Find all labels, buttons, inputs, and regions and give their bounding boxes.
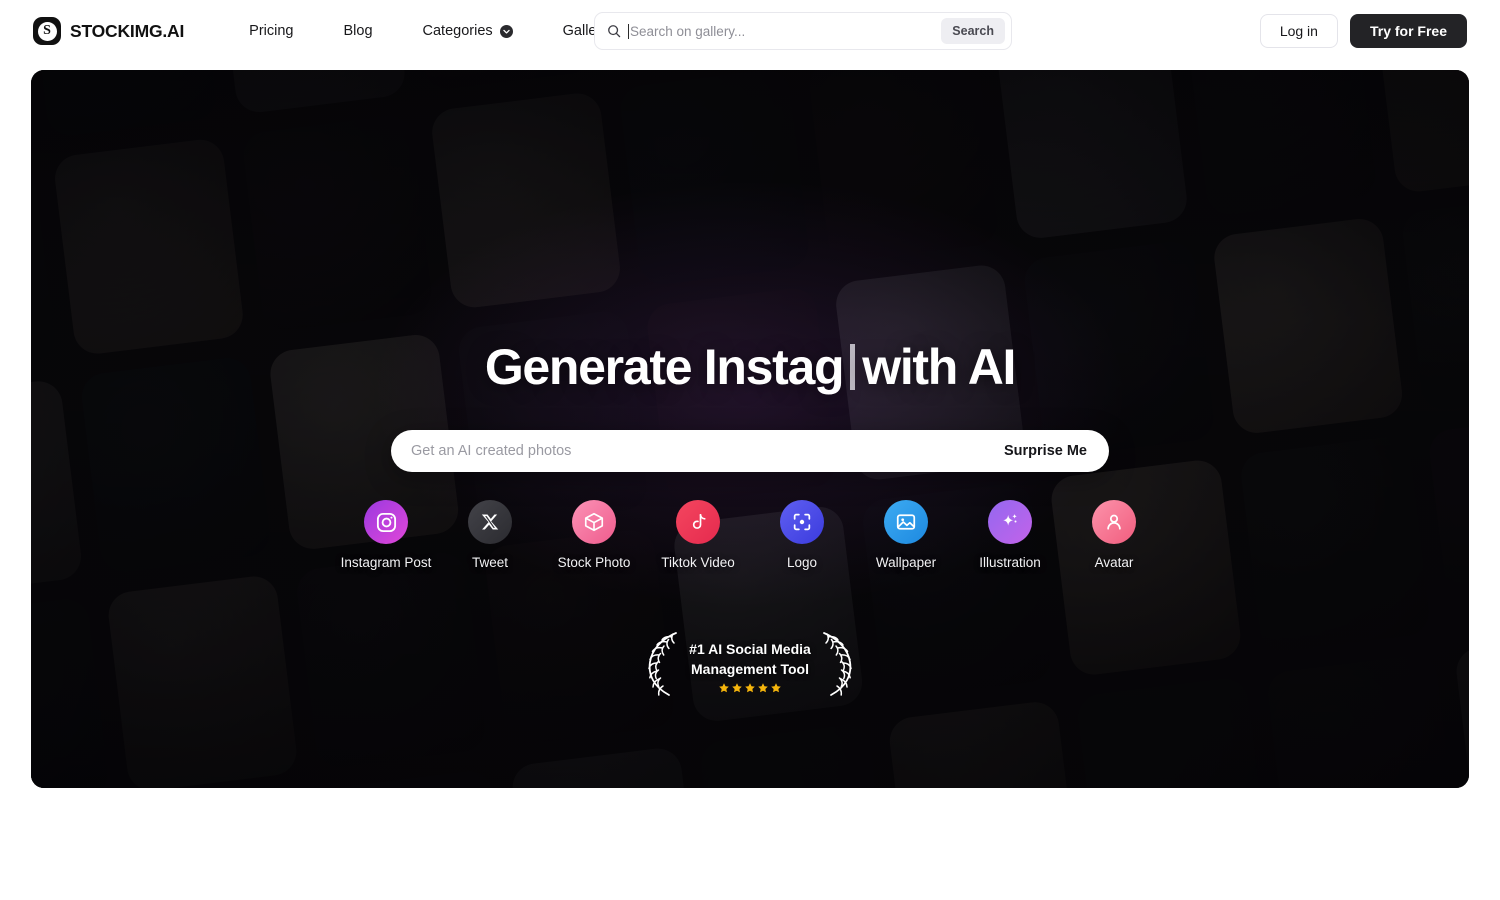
main-nav: Pricing Blog Categories Gallery	[224, 23, 633, 39]
header-actions: Log in Try for Free	[1259, 14, 1467, 48]
laurel-left-icon	[643, 628, 683, 705]
nav-item-categories[interactable]: Categories	[398, 23, 538, 39]
category-label: Tweet	[471, 555, 509, 570]
chevron-down-circle-icon	[499, 24, 513, 38]
brand-name: STOCKIMG.AI	[70, 20, 185, 41]
star-icon	[719, 683, 729, 693]
sparkle-icon	[988, 500, 1032, 544]
tiktok-note-icon	[676, 500, 720, 544]
award-line-1: #1 AI Social Media	[689, 641, 811, 657]
star-icon	[771, 683, 781, 693]
nav-item-pricing[interactable]: Pricing	[224, 23, 318, 39]
laurel-right-icon	[817, 628, 857, 705]
nav-item-blog[interactable]: Blog	[318, 23, 397, 39]
brand-logo[interactable]: S STOCKIMG.AI	[33, 17, 184, 45]
category-label: Wallpaper	[875, 555, 937, 570]
x-twitter-icon	[468, 500, 512, 544]
page-title: Generate Instag with AI	[484, 339, 1017, 395]
category-label: Stock Photo	[557, 555, 631, 570]
stockimg-logo-icon: S	[33, 17, 61, 45]
hero-section: Generate Instag with AI Get an AI create…	[31, 70, 1469, 788]
award-text: #1 AI Social Media Management Tool	[687, 639, 813, 694]
category-tiktok-video[interactable]: Tiktok Video	[646, 500, 750, 570]
search-input[interactable]: Search on gallery...	[630, 24, 941, 39]
category-stock-photo[interactable]: Stock Photo	[542, 500, 646, 570]
prompt-bar[interactable]: Get an AI created photos Surprise Me	[391, 430, 1109, 472]
category-label: Instagram Post	[340, 555, 432, 570]
award-badge: #1 AI Social Media Management Tool	[643, 628, 857, 705]
text-caret	[628, 23, 629, 39]
nav-label-blog: Blog	[343, 23, 373, 39]
search-button[interactable]: Search	[941, 18, 1005, 44]
category-avatar[interactable]: Avatar	[1062, 500, 1166, 570]
typewriter-cursor	[850, 344, 856, 390]
star-icon	[758, 683, 768, 693]
category-logo[interactable]: Logo	[750, 500, 854, 570]
category-label: Logo	[786, 555, 818, 570]
nav-label-categories: Categories	[422, 23, 493, 39]
category-illustration[interactable]: Illustration	[958, 500, 1062, 570]
category-label: Illustration	[979, 555, 1041, 570]
image-icon	[884, 500, 928, 544]
category-instagram-post[interactable]: Instagram Post	[334, 500, 438, 570]
person-icon	[1092, 500, 1136, 544]
category-wallpaper[interactable]: Wallpaper	[854, 500, 958, 570]
try-for-free-button[interactable]: Try for Free	[1349, 14, 1467, 48]
category-label: Avatar	[1094, 555, 1134, 570]
prompt-input[interactable]: Get an AI created photos	[411, 443, 1004, 459]
category-tweet[interactable]: Tweet	[438, 500, 542, 570]
award-line-2: Management Tool	[691, 661, 809, 677]
nav-label-pricing: Pricing	[249, 23, 294, 39]
login-button[interactable]: Log in	[1259, 14, 1338, 48]
instagram-icon	[364, 500, 408, 544]
headline-suffix: with AI	[862, 339, 1016, 395]
focus-frame-icon	[780, 500, 824, 544]
star-icon	[745, 683, 755, 693]
surprise-me-button[interactable]: Surprise Me	[1004, 443, 1087, 459]
logo-letter: S	[37, 21, 57, 41]
gallery-search[interactable]: Search on gallery... Search	[594, 12, 1012, 50]
category-shortcut-row: Instagram Post Tweet Stock Photo Tiktok …	[334, 500, 1166, 570]
hero-content: Generate Instag with AI Get an AI create…	[31, 70, 1469, 788]
star-rating	[718, 682, 782, 694]
box-icon	[572, 500, 616, 544]
site-header: S STOCKIMG.AI Pricing Blog Categories Ga…	[0, 0, 1500, 62]
category-label: Tiktok Video	[661, 555, 735, 570]
search-icon	[607, 24, 621, 38]
headline-typed-text: Generate Instag	[484, 339, 845, 395]
star-icon	[732, 683, 742, 693]
